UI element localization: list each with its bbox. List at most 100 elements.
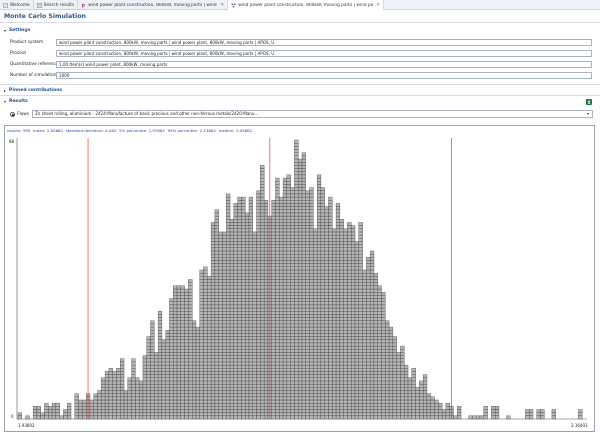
histogram-bar-cell [290,409,295,413]
histogram-bar-cell [298,314,303,318]
histogram-bar [176,285,182,420]
histogram-bar-cell [214,364,219,369]
quantitative-reference-field[interactable]: 1.00 Item(s) wind power plant, 800kW, mo… [56,61,592,68]
chevron-down-icon[interactable]: ▾ [585,111,591,117]
histogram-bar-cell [256,390,261,394]
histogram-bar-cell [210,295,216,299]
histogram-bar-cell [422,380,428,385]
number-of-simulations-field[interactable]: 1000 [56,72,592,79]
close-icon[interactable]: ✕ [376,3,380,8]
histogram-bar-cell [120,406,125,410]
histogram-bar-cell [313,323,318,328]
tab-product-system[interactable]: wind power plant construction, 800kW, mo… [228,0,385,10]
results-section-header[interactable]: ▾ Results [4,98,28,104]
histogram-bar-cell [324,342,329,347]
histogram-bar-cell [184,409,189,413]
histogram-bar-cell [358,311,363,315]
histogram-bar-cell [286,241,291,245]
histogram-bar-cell [173,320,178,325]
histogram-bar-cell [335,266,341,271]
settings-section-header[interactable]: ▾ Settings [4,27,30,33]
process-field[interactable]: wind power plant construction, 800kW, mo… [56,50,592,57]
tab-welcome[interactable]: Welcome [0,0,34,10]
histogram-bar-cell [316,409,322,413]
histogram-bar-cell [351,349,356,353]
pinned-contributions-section-header[interactable]: ▸ Pinned contributions [4,87,62,93]
histogram-bar-cell [256,314,261,318]
histogram-bar-cell [150,336,155,340]
histogram-bar-cell [415,409,420,413]
histogram-bar-cell [210,330,216,334]
histogram-bar-cell [271,409,276,413]
histogram-bar-cell [241,387,246,391]
close-icon[interactable]: ✕ [220,3,224,8]
histogram-bar-cell [214,374,219,378]
histogram-bar-cell [279,307,284,312]
histogram-bar-cell [377,339,382,344]
histogram-bar-cell [339,260,344,264]
histogram-bar-cell [199,323,204,328]
histogram-bar-cell [279,196,284,201]
histogram-bar-cell [176,368,182,372]
histogram-bar-cell [169,317,174,321]
tab-process[interactable]: P wind power plant construction, 800kW, … [78,0,229,10]
histogram-bar-cell [328,358,333,363]
flow-select[interactable]: Zn sheet rolling, aluminium - 2424:Manuf… [32,110,593,118]
histogram-bar-cell [120,402,125,407]
histogram-bar-cell [369,393,375,397]
histogram-bar-cell [188,307,193,312]
histogram-bar-cell [271,260,276,264]
histogram-bar-cell [222,412,227,417]
histogram-bar-cell [358,253,363,258]
histogram-bar-cell [305,393,310,397]
histogram-bar-cell [222,361,227,366]
histogram-bar [245,212,250,420]
histogram-bar-cell [275,415,280,420]
histogram-bar-cell [260,181,265,185]
histogram-bar-cell [210,415,216,420]
histogram-bar-cell [263,371,269,375]
product-system-field[interactable]: wind power plant construction, 800kW, mo… [56,39,592,46]
export-excel-icon[interactable]: X [586,99,592,105]
histogram-bar-cell [316,241,322,245]
histogram-bar-cell [226,326,231,331]
histogram-bar-cell [207,282,212,287]
histogram-bar-cell [218,409,223,413]
histogram-bar-cell [491,415,496,420]
histogram-bar-cell [282,203,288,207]
histogram-bar-cell [298,282,303,287]
histogram-bar-cell [180,349,185,353]
histogram-bar-cell [343,336,348,340]
histogram-bar-cell [332,307,337,312]
histogram-bar-cell [237,247,242,252]
histogram-bar-cell [294,139,299,144]
histogram-bar-cell [324,349,329,353]
histogram-bar-cell [362,311,367,315]
histogram-bar-cell [252,364,257,369]
histogram-bar-cell [381,349,386,353]
histogram-bar-cell [377,399,382,404]
histogram-bar-cell [298,336,303,340]
histogram-bar-cell [351,387,356,391]
histogram-bar-cell [104,374,110,378]
histogram-bar-cell [233,247,238,252]
histogram-bar-cell [332,406,337,410]
histogram-bar-cell [373,323,378,328]
histogram-bar-cell [347,285,352,290]
histogram-bar-cell [328,371,333,375]
histogram-bar-cell [388,374,394,378]
histogram-bar-cell [237,292,242,296]
histogram-bar-cell [286,326,291,331]
histogram-bar-cell [351,301,356,306]
histogram-bar-cell [214,222,219,226]
histogram-bar-cell [377,285,382,290]
histogram-bar-cell [218,253,223,258]
histogram-bar-cell [279,311,284,315]
histogram-bar-cell [320,212,325,217]
histogram-bar-cell [354,336,359,340]
histogram-bar-cell [44,406,49,410]
flows-radio[interactable] [10,112,15,117]
histogram-bar-cell [275,320,280,325]
tab-search-results[interactable]: Search results [34,0,79,10]
histogram-bar-cell [203,301,208,306]
